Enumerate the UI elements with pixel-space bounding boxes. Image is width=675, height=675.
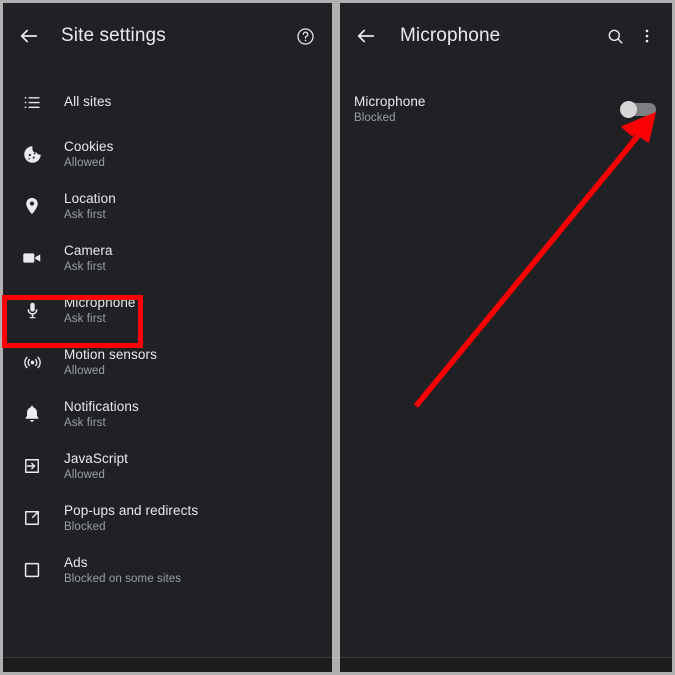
- sidebar-item-status: Allowed: [64, 468, 105, 481]
- sidebar-item-text: Cookies Allowed: [64, 139, 113, 170]
- sidebar-item-motion-sensors[interactable]: Motion sensors Allowed: [3, 336, 332, 388]
- sidebar-item-location[interactable]: Location Ask first: [3, 180, 332, 232]
- sidebar-item-status: Ask first: [64, 416, 106, 429]
- sidebar-item-label: All sites: [64, 94, 112, 110]
- javascript-icon: [17, 451, 47, 481]
- sidebar-item-text: Notifications Ask first: [64, 399, 139, 430]
- switch-knob: [620, 101, 637, 118]
- microphone-appbar: Microphone: [340, 3, 672, 71]
- sidebar-item-label: Microphone: [64, 294, 136, 310]
- microphone-toggle-switch[interactable]: [620, 101, 656, 118]
- sidebar-item-label: JavaScript: [64, 450, 129, 466]
- sidebar-item-status: Blocked: [64, 520, 106, 533]
- sidebar-item-label: Notifications: [64, 398, 139, 414]
- page-title: Site settings: [61, 25, 166, 46]
- microphone-icon: [17, 295, 47, 325]
- sidebar-item-javascript[interactable]: JavaScript Allowed: [3, 440, 332, 492]
- sidebar-item-ads[interactable]: Ads Blocked on some sites: [3, 544, 332, 596]
- screenshot-stage: Site settings All sites Cookies Allowed …: [0, 0, 675, 675]
- ads-icon: [17, 555, 47, 585]
- bell-icon: [17, 399, 47, 429]
- more-vertical-icon[interactable]: [632, 21, 662, 51]
- navigation-bar: [3, 657, 332, 672]
- sidebar-item-text: Ads Blocked on some sites: [64, 555, 181, 586]
- sidebar-item-cookies[interactable]: Cookies Allowed: [3, 128, 332, 180]
- sidebar-item-status: Blocked on some sites: [64, 572, 182, 585]
- back-arrow-icon[interactable]: [351, 21, 381, 51]
- sidebar-item-label: Location: [64, 190, 116, 206]
- sidebar-item-all-sites[interactable]: All sites: [3, 76, 332, 128]
- sidebar-item-microphone[interactable]: Microphone Ask first: [3, 284, 332, 336]
- sidebar-item-camera[interactable]: Camera Ask first: [3, 232, 332, 284]
- motion-sensors-icon: [17, 347, 47, 377]
- video-camera-icon: [17, 243, 47, 273]
- sidebar-item-text: All sites: [64, 94, 111, 109]
- sidebar-item-text: Microphone Ask first: [64, 295, 136, 326]
- sidebar-item-text: JavaScript Allowed: [64, 451, 128, 482]
- microphone-toggle-text: Microphone Blocked: [354, 94, 620, 125]
- site-settings-panel: Site settings All sites Cookies Allowed …: [3, 3, 332, 672]
- cookie-icon: [17, 139, 47, 169]
- sidebar-item-label: Motion sensors: [64, 346, 157, 362]
- search-icon[interactable]: [600, 21, 630, 51]
- sidebar-item-status: Allowed: [64, 156, 105, 169]
- site-settings-list: All sites Cookies Allowed Location Ask f…: [3, 76, 332, 596]
- popup-redirect-icon: [17, 503, 47, 533]
- sidebar-item-status: Allowed: [64, 364, 105, 377]
- page-title: Microphone: [400, 25, 501, 46]
- microphone-settings-panel: Microphone Microphone Blocked: [340, 3, 672, 672]
- microphone-toggle-row[interactable]: Microphone Blocked: [340, 85, 672, 133]
- list-icon: [17, 87, 47, 117]
- sidebar-item-label: Cookies: [64, 138, 114, 154]
- microphone-toggle-status: Blocked: [354, 111, 396, 124]
- sidebar-item-label: Camera: [64, 242, 113, 258]
- location-pin-icon: [17, 191, 47, 221]
- sidebar-item-notifications[interactable]: Notifications Ask first: [3, 388, 332, 440]
- sidebar-item-text: Pop-ups and redirects Blocked: [64, 503, 198, 534]
- sidebar-item-text: Location Ask first: [64, 191, 116, 222]
- back-arrow-icon[interactable]: [14, 21, 44, 51]
- microphone-toggle-label: Microphone: [354, 93, 426, 109]
- sidebar-item-status: Ask first: [64, 208, 106, 221]
- help-circle-icon[interactable]: [290, 21, 320, 51]
- sidebar-item-text: Camera Ask first: [64, 243, 113, 274]
- site-settings-appbar: Site settings: [3, 3, 332, 71]
- sidebar-item-label: Ads: [64, 554, 88, 570]
- sidebar-item-status: Ask first: [64, 312, 106, 325]
- sidebar-item-popups-redirects[interactable]: Pop-ups and redirects Blocked: [3, 492, 332, 544]
- sidebar-item-status: Ask first: [64, 260, 106, 273]
- sidebar-item-text: Motion sensors Allowed: [64, 347, 157, 378]
- sidebar-item-label: Pop-ups and redirects: [64, 502, 199, 518]
- navigation-bar: [340, 657, 672, 672]
